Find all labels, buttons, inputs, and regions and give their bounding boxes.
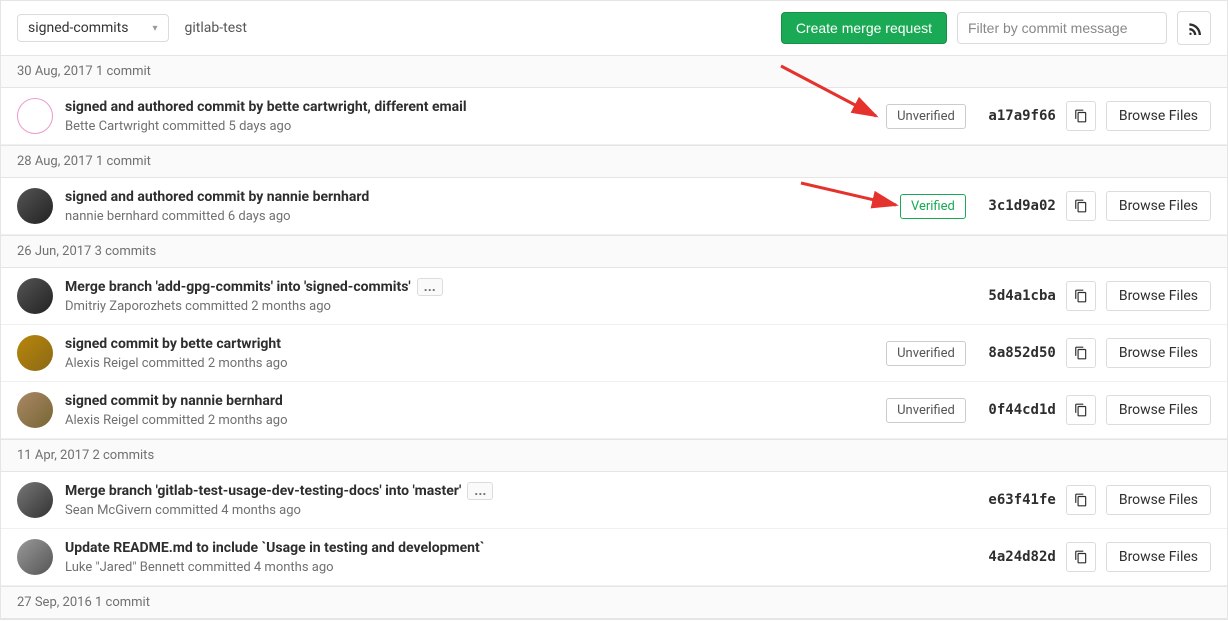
commit-meta: Sean McGivern committed 4 months ago	[65, 503, 964, 518]
browse-files-button[interactable]: Browse Files	[1106, 542, 1211, 572]
copy-sha-button[interactable]	[1066, 338, 1096, 368]
commit-main: signed and authored commit by nannie ber…	[65, 188, 888, 224]
date-header: 11 Apr, 2017 2 commits	[1, 439, 1227, 472]
browse-files-button[interactable]: Browse Files	[1106, 338, 1211, 368]
date-header: 28 Aug, 2017 1 commit	[1, 145, 1227, 178]
commit-row: Merge branch 'gitlab-test-usage-dev-test…	[1, 472, 1227, 529]
avatar[interactable]	[17, 98, 53, 134]
commit-row: signed and authored commit by nannie ber…	[1, 178, 1227, 235]
avatar[interactable]	[17, 278, 53, 314]
avatar[interactable]	[17, 188, 53, 224]
date-header: 30 Aug, 2017 1 commit	[1, 55, 1227, 88]
commit-meta: Luke "Jared" Bennett committed 4 months …	[65, 560, 964, 575]
avatar[interactable]	[17, 335, 53, 371]
copy-icon	[1074, 109, 1088, 123]
copy-icon	[1074, 550, 1088, 564]
date-header: 26 Jun, 2017 3 commits	[1, 235, 1227, 268]
browse-files-button[interactable]: Browse Files	[1106, 395, 1211, 425]
expand-message-button[interactable]: ...	[417, 278, 443, 296]
avatar[interactable]	[17, 539, 53, 575]
copy-sha-button[interactable]	[1066, 281, 1096, 311]
commit-sha[interactable]: a17a9f66	[976, 108, 1056, 124]
commit-actions: Unverified 0f44cd1d Browse Files	[886, 395, 1211, 425]
avatar[interactable]	[17, 482, 53, 518]
commit-sha[interactable]: 4a24d82d	[976, 549, 1056, 565]
filter-input[interactable]	[957, 12, 1167, 44]
commit-meta: nannie bernhard committed 6 days ago	[65, 209, 888, 224]
commit-actions: 4a24d82d Browse Files	[976, 542, 1211, 572]
commit-title[interactable]: signed and authored commit by bette cart…	[65, 99, 467, 115]
commit-main: signed commit by bette cartwright Alexis …	[65, 335, 874, 371]
branch-name: signed-commits	[28, 20, 129, 36]
commit-sha[interactable]: 8a852d50	[976, 345, 1056, 361]
commit-main: Merge branch 'add-gpg-commits' into 'sig…	[65, 278, 964, 314]
copy-sha-button[interactable]	[1066, 485, 1096, 515]
create-merge-request-button[interactable]: Create merge request	[781, 12, 947, 44]
copy-icon	[1074, 289, 1088, 303]
verified-badge[interactable]: Verified	[900, 194, 966, 219]
browse-files-button[interactable]: Browse Files	[1106, 191, 1211, 221]
unverified-badge[interactable]: Unverified	[886, 104, 966, 129]
commit-row: signed commit by bette cartwright Alexis …	[1, 325, 1227, 382]
commit-main: signed commit by nannie bernhard Alexis R…	[65, 392, 874, 428]
commit-sha[interactable]: 3c1d9a02	[976, 198, 1056, 214]
commit-title[interactable]: signed commit by bette cartwright	[65, 336, 281, 352]
expand-message-button[interactable]: ...	[467, 482, 493, 500]
commit-meta: Bette Cartwright committed 5 days ago	[65, 119, 874, 134]
commit-main: signed and authored commit by bette cart…	[65, 98, 874, 134]
copy-icon	[1074, 493, 1088, 507]
avatar[interactable]	[17, 392, 53, 428]
branch-selector[interactable]: signed-commits ▾	[17, 14, 169, 42]
commit-main: Merge branch 'gitlab-test-usage-dev-test…	[65, 482, 964, 518]
copy-sha-button[interactable]	[1066, 101, 1096, 131]
repo-name: gitlab-test	[185, 20, 247, 36]
rss-button[interactable]	[1177, 11, 1211, 45]
commit-title[interactable]: signed commit by nannie bernhard	[65, 393, 283, 409]
commit-sha[interactable]: 5d4a1cba	[976, 288, 1056, 304]
copy-sha-button[interactable]	[1066, 191, 1096, 221]
commit-sha[interactable]: 0f44cd1d	[976, 402, 1056, 418]
commit-actions: Unverified 8a852d50 Browse Files	[886, 338, 1211, 368]
copy-icon	[1074, 199, 1088, 213]
copy-sha-button[interactable]	[1066, 542, 1096, 572]
date-header: 27 Sep, 2016 1 commit	[1, 586, 1227, 619]
commit-meta: Alexis Reigel committed 2 months ago	[65, 413, 874, 428]
commit-meta: Dmitriy Zaporozhets committed 2 months a…	[65, 299, 964, 314]
commit-row: Merge branch 'add-gpg-commits' into 'sig…	[1, 268, 1227, 325]
commit-meta: Alexis Reigel committed 2 months ago	[65, 356, 874, 371]
browse-files-button[interactable]: Browse Files	[1106, 101, 1211, 131]
commit-title[interactable]: Update README.md to include `Usage in te…	[65, 540, 484, 556]
rss-icon	[1187, 21, 1201, 35]
commit-title[interactable]: Merge branch 'gitlab-test-usage-dev-test…	[65, 483, 461, 499]
commit-sha[interactable]: e63f41fe	[976, 492, 1056, 508]
commit-main: Update README.md to include `Usage in te…	[65, 539, 964, 575]
browse-files-button[interactable]: Browse Files	[1106, 485, 1211, 515]
commit-title[interactable]: signed and authored commit by nannie ber…	[65, 189, 369, 205]
copy-icon	[1074, 403, 1088, 417]
chevron-down-icon: ▾	[153, 23, 158, 34]
topbar: signed-commits ▾ gitlab-test Create merg…	[1, 1, 1227, 55]
commit-title[interactable]: Merge branch 'add-gpg-commits' into 'sig…	[65, 279, 411, 295]
commit-row: signed commit by nannie bernhard Alexis R…	[1, 382, 1227, 439]
browse-files-button[interactable]: Browse Files	[1106, 281, 1211, 311]
copy-sha-button[interactable]	[1066, 395, 1096, 425]
copy-icon	[1074, 346, 1088, 360]
unverified-badge[interactable]: Unverified	[886, 398, 966, 423]
unverified-badge[interactable]: Unverified	[886, 341, 966, 366]
commit-actions: e63f41fe Browse Files	[976, 485, 1211, 515]
commit-actions: Unverified a17a9f66 Browse Files	[886, 101, 1211, 131]
commit-row: Update README.md to include `Usage in te…	[1, 529, 1227, 586]
commit-row: signed and authored commit by bette cart…	[1, 88, 1227, 145]
commit-actions: 5d4a1cba Browse Files	[976, 281, 1211, 311]
commit-actions: Verified 3c1d9a02 Browse Files	[900, 191, 1211, 221]
